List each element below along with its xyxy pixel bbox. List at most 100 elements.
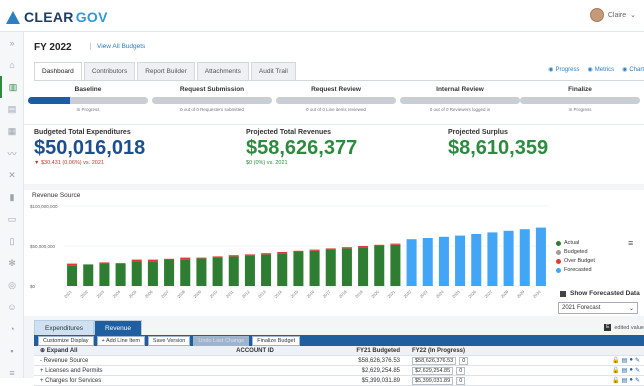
tab-dashboard[interactable]: Dashboard [34,62,82,81]
bar-actual [115,263,126,286]
folder-icon[interactable]: ▭ [0,208,24,230]
legend-item[interactable]: Over Budget [556,258,595,264]
chart-legend: Actual Budgeted Over Budget Forecasted [556,240,595,276]
x-tick-label: 2019 [354,289,364,299]
bar-forecasted [471,234,482,286]
x-tick-label: 2009 [192,289,202,299]
fy22-percent-input[interactable]: 0 [459,356,469,365]
table-icon[interactable]: ▦ [0,120,24,142]
stage-title: Request Review [311,86,361,93]
budget-table-panel: Expenditures Revenue E edited value Cust… [24,318,644,386]
column-header-fy22[interactable]: FY22 (In Progress) [406,348,566,354]
edit-icon[interactable]: ✎ [635,357,640,364]
kpi-revenues: Projected Total Revenues $58,626,377 $0 … [246,129,357,166]
toggle-chart[interactable]: ◉ Chart [622,66,644,73]
bar-actual [83,264,94,286]
toggle-progress[interactable]: ◉ Progress [548,66,579,73]
clearGov-logo[interactable]: CLEAR GOV [6,9,108,25]
x-tick-label: 2008 [176,289,186,299]
kpi-delta: ▼ $30,431 (0.06%) vs. 2021 [34,160,104,166]
budget-icon[interactable]: ▥ [0,76,24,98]
comment-icon[interactable]: ● [629,367,633,374]
user-menu[interactable]: Claire ⌄ [589,8,636,22]
row-fy22-cell: $58,626,376.53 0 [406,356,566,365]
bar-actual [293,252,304,286]
budget-grid: ⊕ Expand All ACCOUNT ID FY21 Budgeted FY… [34,346,644,386]
stage-title: Request Submission [179,86,245,93]
fy22-percent-input[interactable]: 0 [456,366,466,375]
row-action-icons: 🔓 ▤ ● ✎ [566,377,644,384]
legend-label: Forecasted [564,267,592,273]
legend-item[interactable]: Forecasted [556,267,595,273]
bar-actual [261,254,272,286]
column-header-fy21[interactable]: FY21 Budgeted [296,348,406,354]
bar-over-budget [228,255,239,257]
table-row[interactable]: - Revenue Source $58,626,376.53 $58,626,… [34,356,644,366]
settings-icon[interactable]: ✻ [0,252,24,274]
row-label[interactable]: + Charges for Services [34,378,214,384]
report-icon[interactable]: ▤ [0,98,24,120]
lock-icon[interactable]: 🔓 [612,357,619,364]
note-icon[interactable]: ▤ [622,377,628,384]
home-icon[interactable]: ⌂ [0,54,24,76]
edited-value-legend: E edited value [604,324,644,331]
edit-icon[interactable]: ✎ [635,367,640,374]
row-fy21-value: $58,626,376.53 [358,357,400,364]
sidebar: » ⌂ ▥ ▤ ▦ 〰 ✕ ▮ ▭ ▯ ✻ ◎ ☺ ◔ ▪ ≡ [0,32,24,378]
fy22-amount-input[interactable]: $58,626,376.53 [412,356,457,365]
undo-last-change-button[interactable]: Undo Last Change [193,335,250,346]
tab-contributors[interactable]: Contributors [83,62,136,81]
legend-item[interactable]: Budgeted [556,249,595,255]
note-icon[interactable]: ▤ [622,367,628,374]
trend-icon[interactable]: 〰 [0,142,24,164]
chart-icon[interactable]: ▮ [0,186,24,208]
revenue-chart: $100,000,000 $50,000,000 $0 2001 2002 2003 200… [30,204,549,299]
help-icon[interactable]: ◎ [0,274,24,296]
lock-icon[interactable]: 🔓 [612,367,619,374]
finalize-budget-button[interactable]: Finalize Budget [252,335,301,346]
forecast-select-value: 2021 Forecast [562,305,601,311]
stats-icon[interactable]: ◔ [0,318,24,340]
expand-icon: ⊕ [40,348,47,354]
message-icon[interactable]: ▪ [0,340,24,362]
budget-header: FY 2022 View All Budgets Dashboard Contr… [24,32,644,138]
legend-item[interactable]: Actual [556,240,595,246]
save-version-button[interactable]: Save Version [147,335,191,346]
toggle-metrics[interactable]: ◉ Metrics [587,66,614,73]
comment-icon[interactable]: ● [629,357,633,364]
tab-audit-trail[interactable]: Audit Trail [250,62,296,81]
customize-display-button[interactable]: Customize Display [38,335,94,346]
column-header-account-id[interactable]: ACCOUNT ID [214,348,296,354]
add-line-item-button[interactable]: + Add Line Item [96,335,145,346]
tab-report-builder[interactable]: Report Builder [137,62,195,81]
fy22-amount-input[interactable]: $2,629,254.85 [412,366,454,375]
legend-swatch [556,258,561,264]
comment-icon[interactable]: ● [629,377,633,384]
tab-attachments[interactable]: Attachments [196,62,249,81]
note-icon[interactable]: ▤ [622,357,628,364]
lock-icon[interactable]: 🔓 [612,377,619,384]
view-all-budgets-link[interactable]: View All Budgets [90,43,145,50]
kpi-label: Budgeted Total Expenditures [34,129,131,136]
row-label[interactable]: - Revenue Source [34,358,214,364]
stage-title: Internal Review [436,86,484,93]
expand-all-label: Expand All [46,348,78,354]
table-row[interactable]: + Licenses and Permits $2,629,254.85 $2,… [34,366,644,376]
tools-icon[interactable]: ✕ [0,164,24,186]
document-icon[interactable]: ▯ [0,230,24,252]
x-tick-label: 2014 [273,289,283,299]
collapse-icon[interactable]: » [0,32,24,54]
toggle-chart-label: Chart [629,67,644,73]
edit-icon[interactable]: ✎ [635,377,640,384]
expand-all-button[interactable]: ⊕ Expand All [34,347,214,354]
bar-over-budget [309,249,320,251]
stage-status: In Progress [76,107,100,112]
row-label[interactable]: + Licenses and Permits [34,368,214,374]
chart-menu-icon[interactable]: ≡ [628,238,633,248]
show-forecast-toggle[interactable]: Show Forecasted Data [560,290,640,297]
forecast-select[interactable]: 2021 Forecast ⌄ [558,302,638,314]
legend-label: Over Budget [564,258,595,264]
divider [34,80,644,81]
adjust-icon[interactable]: ≡ [0,362,24,384]
users-icon[interactable]: ☺ [0,296,24,318]
